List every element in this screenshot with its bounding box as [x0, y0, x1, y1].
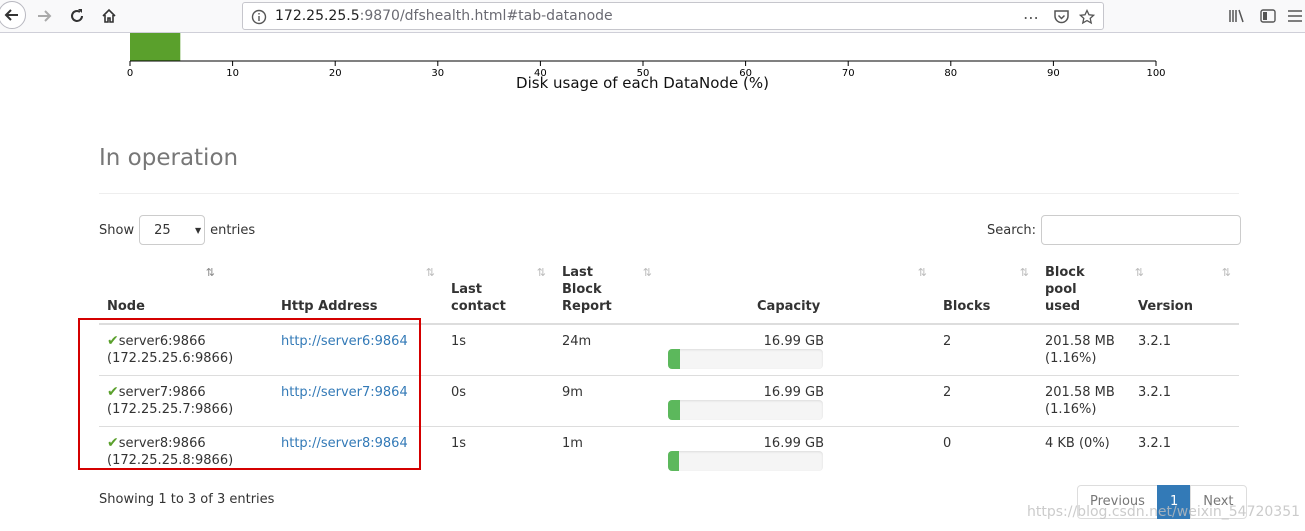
blocks-cell: 2 — [935, 375, 1037, 427]
chart-title: Disk usage of each DataNode (%) — [516, 74, 769, 92]
sort-icon: ⇅ — [1221, 266, 1231, 279]
blocks-cell: 0 — [935, 426, 1037, 478]
entries-label: entries — [210, 222, 256, 238]
url-text[interactable]: 172.25.25.5:9870/dfshealth.html#tab-data… — [275, 8, 613, 24]
usage-bar — [668, 400, 823, 420]
col-header-version[interactable]: Version ⇅ — [1130, 258, 1239, 325]
histogram-bar — [130, 33, 181, 61]
url-host: 172.25.25.5 — [275, 8, 360, 24]
http-link[interactable]: http://server6:9864 — [281, 334, 408, 349]
entries-length-control: Show 25 ▼ entries — [99, 215, 255, 245]
usage-bar — [668, 451, 823, 471]
home-icon[interactable] — [96, 3, 122, 29]
node-cell: ✔server7:9866 (172.25.25.7:9866) — [99, 375, 273, 427]
last-contact-cell: 0s — [443, 375, 554, 427]
show-label: Show — [99, 222, 135, 238]
blocks-cell: 2 — [943, 334, 952, 349]
http-cell: http://server7:9864 — [273, 375, 443, 427]
last-block-report-cell: 1m — [554, 426, 660, 478]
capacity-cell: 16.99 GB — [660, 426, 935, 478]
library-icon[interactable] — [1226, 5, 1248, 27]
node-cell: ✔server6:9866 (172.25.25.6:9866) — [107, 333, 234, 366]
datanode-table: Node ⇅ Http Address ⇅ Last contact ⇅ Last Blo… — [99, 258, 1239, 478]
last-contact-cell: 1s — [443, 426, 554, 478]
browser-toolbar: 172.25.25.5:9870/dfshealth.html#tab-data… — [0, 0, 1305, 33]
check-icon: ✔ — [107, 384, 119, 400]
entries-select-value: 25 — [154, 223, 171, 238]
capacity-cell: 16.99 GB — [660, 375, 935, 427]
info-icon[interactable] — [251, 9, 267, 29]
version-cell: 3.2.1 — [1130, 375, 1239, 427]
sidebar-icon[interactable] — [1257, 5, 1279, 27]
sort-icon: ⇅ — [642, 266, 652, 279]
search-input[interactable] — [1041, 215, 1242, 245]
forward-icon[interactable] — [31, 3, 57, 29]
check-icon: ✔ — [107, 435, 119, 451]
disk-usage-chart: 0 10 20 30 40 50 60 70 80 90 100 Disk usage of eac… — [0, 33, 1305, 103]
col-header-last-contact[interactable]: Last contact ⇅ — [443, 258, 554, 325]
last-block-report-cell: 24m — [562, 334, 592, 349]
sort-asc-icon: ⇅ — [205, 266, 215, 279]
chevron-down-icon: ▼ — [195, 225, 202, 235]
sort-icon: ⇅ — [917, 266, 927, 279]
sort-icon: ⇅ — [1019, 266, 1029, 279]
url-bar[interactable]: 172.25.25.5:9870/dfshealth.html#tab-data… — [242, 2, 1104, 30]
col-header-last-block-report[interactable]: Last Block Report ⇅ — [554, 258, 660, 325]
table-header-row: Node ⇅ Http Address ⇅ Last contact ⇅ Last Blo… — [99, 258, 1239, 325]
last-block-report-cell: 9m — [554, 375, 660, 427]
check-icon: ✔ — [107, 333, 119, 349]
sort-icon: ⇅ — [425, 266, 435, 279]
table-row: ✔server6:9866 (172.25.25.6:9866) http://s… — [99, 324, 1239, 376]
col-header-http[interactable]: Http Address ⇅ — [273, 258, 443, 325]
table-info: Showing 1 to 3 of 3 entries — [99, 492, 275, 507]
more-icon[interactable]: ⋯ — [1021, 7, 1041, 27]
col-header-blocks[interactable]: Blocks ⇅ — [935, 258, 1037, 325]
pool-used-cell: 201.58 MB (1.16%) — [1037, 375, 1130, 427]
http-link[interactable]: http://server8:9864 — [281, 436, 408, 451]
menu-icon[interactable] — [1286, 5, 1304, 27]
section-title: In operation — [99, 145, 239, 171]
version-cell: 3.2.1 — [1138, 334, 1172, 349]
sort-icon: ⇅ — [536, 266, 546, 279]
search-label: Search: — [987, 222, 1037, 238]
table-row: ✔server8:9866 (172.25.25.8:9866) http://s… — [99, 426, 1239, 478]
table-row: ✔server7:9866 (172.25.25.7:9866) http://s… — [99, 375, 1239, 427]
col-header-capacity[interactable]: Capacity ⇅ — [660, 258, 935, 325]
col-header-node[interactable]: Node ⇅ — [99, 258, 273, 325]
bookmark-star-icon[interactable] — [1077, 7, 1097, 27]
entries-select[interactable]: 25 ▼ — [139, 215, 206, 245]
node-cell: ✔server8:9866 (172.25.25.8:9866) — [99, 426, 273, 478]
http-cell: http://server6:9864 — [273, 324, 443, 376]
search-control: Search: — [987, 215, 1242, 245]
version-cell: 3.2.1 — [1130, 426, 1239, 478]
pool-used-cell: 4 KB (0%) — [1037, 426, 1130, 478]
divider — [99, 193, 1239, 194]
reload-icon[interactable] — [64, 3, 90, 29]
last-contact-cell: 1s — [451, 334, 467, 349]
back-icon[interactable] — [0, 1, 26, 29]
capacity-cell: 16.99 GB — [660, 324, 935, 376]
watermark: https://blog.csdn.net/weixin_54720351 — [1027, 504, 1301, 520]
pool-used-cell: 201.58 MB (1.16%) — [1045, 334, 1115, 366]
col-header-block-pool-used[interactable]: Block pool used ⇅ — [1037, 258, 1144, 325]
url-path: :9870/dfshealth.html#tab-datanode — [359, 8, 613, 24]
http-cell: http://server8:9864 — [273, 426, 443, 478]
http-link[interactable]: http://server7:9864 — [281, 385, 408, 400]
pocket-icon[interactable] — [1051, 7, 1071, 27]
usage-bar — [668, 349, 823, 369]
